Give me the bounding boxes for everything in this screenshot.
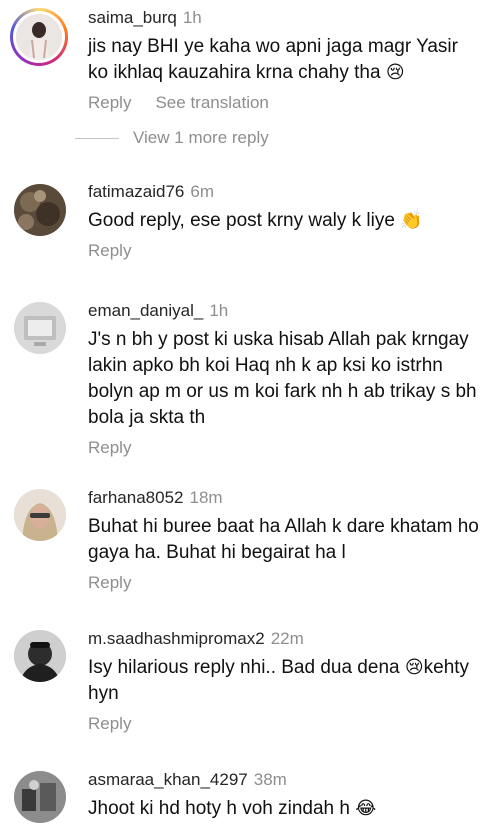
comment-actions: Reply bbox=[88, 241, 481, 261]
avatar[interactable] bbox=[14, 302, 66, 354]
comment-meta: eman_daniyal_ 1h bbox=[88, 300, 481, 322]
avatar-image bbox=[14, 302, 66, 354]
comment-meta: fatimazaid76 6m bbox=[88, 181, 481, 203]
crying-emoji-icon: 😢 bbox=[404, 657, 424, 678]
comment-text: Buhat hi buree baat ha Allah k dare khat… bbox=[88, 516, 479, 563]
reply-button[interactable]: Reply bbox=[88, 714, 131, 733]
avatar[interactable] bbox=[14, 184, 66, 236]
reply-button[interactable]: Reply bbox=[88, 438, 131, 457]
avatar[interactable] bbox=[14, 630, 66, 682]
divider bbox=[75, 137, 119, 139]
timestamp: 1h bbox=[182, 8, 202, 27]
avatar-image bbox=[14, 184, 66, 236]
comment-text-body: Jhoot ki hd hoty h voh zindah h bbox=[88, 798, 350, 819]
view-more-replies-button[interactable]: View 1 more reply bbox=[75, 128, 269, 148]
comment-text-body: Good reply, ese post krny waly k liye bbox=[88, 210, 395, 231]
view-more-replies-label: View 1 more reply bbox=[133, 128, 269, 147]
comment-text-body: Isy hilarious reply nhi.. Bad dua dena bbox=[88, 657, 405, 678]
comment-meta: asmaraa_khan_4297 38m bbox=[88, 769, 481, 791]
reply-button[interactable]: Reply bbox=[88, 93, 131, 112]
comment-actions: Reply bbox=[88, 438, 481, 458]
avatar-image bbox=[14, 771, 66, 823]
timestamp: 1h bbox=[209, 301, 229, 320]
timestamp: 6m bbox=[190, 182, 215, 201]
comment-text: jis nay BHI ye kaha wo apni jaga magr Ya… bbox=[88, 34, 481, 86]
username[interactable]: fatimazaid76 bbox=[88, 182, 184, 201]
timestamp: 18m bbox=[189, 488, 223, 507]
avatar-image bbox=[14, 489, 66, 541]
avatar[interactable] bbox=[14, 489, 66, 541]
comment-meta: m.saadhashmipromax2 22m bbox=[88, 628, 481, 650]
username[interactable]: eman_daniyal_ bbox=[88, 301, 203, 320]
avatar-image bbox=[16, 14, 62, 60]
timestamp: 22m bbox=[270, 629, 304, 648]
comment-meta: farhana8052 18m bbox=[88, 487, 481, 509]
username[interactable]: m.saadhashmipromax2 bbox=[88, 629, 265, 648]
username[interactable]: saima_burq bbox=[88, 8, 177, 27]
comment-actions: Reply bbox=[88, 714, 481, 734]
username[interactable]: asmaraa_khan_4297 bbox=[88, 770, 248, 789]
crying-emoji-icon: 😢 bbox=[385, 62, 405, 83]
comment-text: Jhoot ki hd hoty h voh zindah h 😂 bbox=[88, 796, 481, 822]
avatar-image bbox=[14, 630, 66, 682]
clapping-hands-icon: 👏 bbox=[400, 210, 423, 231]
comment-actions: Reply bbox=[88, 573, 481, 593]
timestamp: 38m bbox=[253, 770, 287, 789]
username[interactable]: farhana8052 bbox=[88, 488, 183, 507]
avatar[interactable] bbox=[14, 771, 66, 823]
comment-text: Isy hilarious reply nhi.. Bad dua dena 😢… bbox=[88, 655, 481, 707]
avatar bbox=[13, 11, 65, 63]
comment-text: Good reply, ese post krny waly k liye 👏 bbox=[88, 208, 481, 234]
comment-meta: saima_burq 1h bbox=[88, 7, 481, 29]
comment-text: J's n bh y post ki uska hisab Allah pak … bbox=[88, 329, 477, 428]
see-translation-button[interactable]: See translation bbox=[155, 93, 268, 112]
reply-button[interactable]: Reply bbox=[88, 573, 131, 592]
reply-button[interactable]: Reply bbox=[88, 241, 131, 260]
avatar-story-ring[interactable] bbox=[10, 8, 68, 66]
comment-actions: Reply See translation bbox=[88, 93, 481, 113]
laughing-emoji-icon: 😂 bbox=[355, 798, 377, 819]
